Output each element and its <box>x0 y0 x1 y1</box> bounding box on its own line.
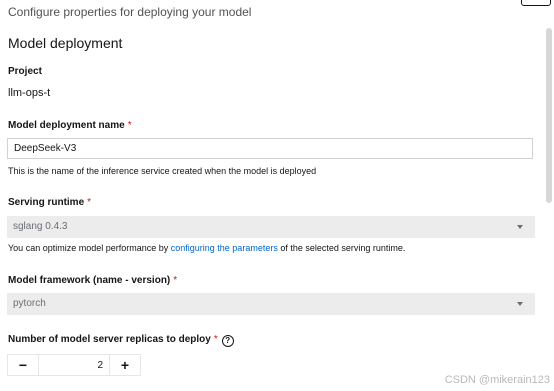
project-label: Project <box>8 66 42 77</box>
vertical-scrollbar[interactable] <box>546 28 552 203</box>
deployment-name-label-text: Model deployment name <box>8 120 125 131</box>
replicas-value-input[interactable]: 2 <box>38 355 110 375</box>
model-framework-label: Model framework (name - version) * <box>8 275 177 286</box>
required-mark: * <box>87 197 92 208</box>
help-icon[interactable]: ? <box>221 335 234 347</box>
required-mark: * <box>213 334 218 345</box>
chevron-down-icon <box>517 302 523 306</box>
increment-button[interactable]: + <box>110 355 140 375</box>
section-title: Model deployment <box>8 35 123 51</box>
serving-runtime-label: Serving runtime * <box>8 197 91 208</box>
deployment-name-helper: This is the name of the inference servic… <box>8 166 317 176</box>
required-mark: * <box>127 120 132 131</box>
serving-runtime-select[interactable]: sglang 0.4.3 <box>7 216 535 238</box>
project-value: llm-ops-t <box>8 87 51 99</box>
deployment-name-label: Model deployment name * <box>8 120 132 131</box>
model-framework-selected: pytorch <box>13 298 46 309</box>
model-framework-select[interactable]: pytorch <box>7 293 535 315</box>
chevron-down-icon <box>517 225 523 229</box>
model-framework-label-text: Model framework (name - version) <box>8 275 171 286</box>
close-button-frame[interactable] <box>521 0 551 6</box>
deployment-name-input[interactable]: DeepSeek-V3 <box>7 138 533 159</box>
serving-runtime-helper: You can optimize model performance by co… <box>8 243 405 253</box>
replicas-stepper: − 2 + <box>7 354 141 376</box>
helper-prefix: You can optimize model performance by <box>8 243 171 253</box>
serving-runtime-selected: sglang 0.4.3 <box>13 221 68 232</box>
page-subtitle: Configure properties for deploying your … <box>8 5 252 19</box>
decrement-button[interactable]: − <box>8 355 38 375</box>
configure-parameters-link[interactable]: configuring the parameters <box>171 243 278 253</box>
serving-runtime-label-text: Serving runtime <box>8 197 85 208</box>
replicas-label: Number of model server replicas to deplo… <box>8 334 234 347</box>
required-mark: * <box>173 275 178 286</box>
replicas-label-text: Number of model server replicas to deplo… <box>8 334 211 345</box>
watermark: CSDN @mikerain123 <box>444 374 550 386</box>
helper-suffix: of the selected serving runtime. <box>277 243 406 253</box>
